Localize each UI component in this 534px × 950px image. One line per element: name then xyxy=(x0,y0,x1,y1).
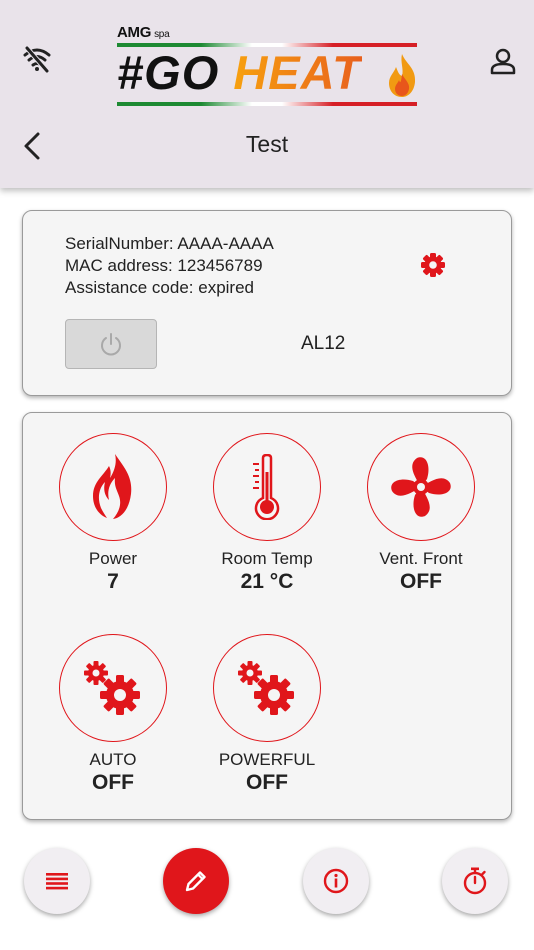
wifi-off-icon[interactable] xyxy=(20,42,54,76)
power-icon xyxy=(101,333,121,356)
tile-power-label: Power xyxy=(88,549,138,568)
gears-icon[interactable] xyxy=(59,634,167,742)
app-header: AMG spa #GO HEAT Test xyxy=(0,0,534,188)
tile-room-temp-value: 21 °C xyxy=(240,570,294,593)
info-icon xyxy=(323,868,349,894)
edit-button[interactable] xyxy=(163,848,229,914)
logo-bottom-stripe xyxy=(117,102,417,106)
thermometer-icon[interactable] xyxy=(213,433,321,541)
tile-powerful-label: POWERFUL xyxy=(218,750,316,769)
tile-vent-front-label: Vent. Front xyxy=(379,549,463,568)
logo-word-heat: HEAT xyxy=(233,46,362,99)
device-info-card: SerialNumber: AAAA-AAAA MAC address: 123… xyxy=(22,210,512,396)
pencil-icon xyxy=(185,871,206,892)
gears-icon[interactable] xyxy=(213,634,321,742)
tile-power[interactable]: Power 7 xyxy=(38,433,188,594)
user-profile-icon[interactable] xyxy=(486,44,520,78)
tile-powerful[interactable]: POWERFUL OFF xyxy=(192,634,342,795)
controls-card: Power 7 Room Temp 21 °C Vent. Front OFF … xyxy=(22,412,512,820)
go-heat-logo: AMG spa #GO HEAT xyxy=(112,24,422,110)
power-toggle-button[interactable] xyxy=(65,319,157,369)
device-model-text: AL12 xyxy=(301,333,346,354)
fan-icon[interactable] xyxy=(367,433,475,541)
logo-company-suffix: spa xyxy=(154,29,170,40)
logo-flame-icon xyxy=(384,52,420,98)
tile-power-value: 7 xyxy=(107,570,119,593)
timer-icon xyxy=(463,867,487,895)
tile-auto[interactable]: AUTO OFF xyxy=(38,634,188,795)
tile-vent-front[interactable]: Vent. Front OFF xyxy=(346,433,496,594)
list-icon xyxy=(46,873,68,890)
list-button[interactable] xyxy=(24,848,90,914)
logo-word-go: #GO xyxy=(117,46,220,99)
logo-company: AMG xyxy=(117,24,152,41)
tile-room-temp[interactable]: Room Temp 21 °C xyxy=(192,433,342,594)
device-info-lines: SerialNumber: AAAA-AAAA MAC address: 123… xyxy=(65,233,274,299)
timer-button[interactable] xyxy=(442,848,508,914)
tile-auto-label: AUTO xyxy=(89,750,137,769)
info-button[interactable] xyxy=(303,848,369,914)
serial-number-text: SerialNumber: AAAA-AAAA xyxy=(65,234,274,253)
tile-vent-front-value: OFF xyxy=(400,570,442,593)
tile-powerful-value: OFF xyxy=(246,771,288,794)
settings-gear-icon[interactable] xyxy=(419,251,447,279)
tile-auto-value: OFF xyxy=(92,771,134,794)
tile-room-temp-label: Room Temp xyxy=(221,549,313,568)
assistance-code-text: Assistance code: expired xyxy=(65,278,254,297)
mac-address-text: MAC address: 123456789 xyxy=(65,256,263,275)
page-title: Test xyxy=(245,131,289,157)
flame-icon[interactable] xyxy=(59,433,167,541)
